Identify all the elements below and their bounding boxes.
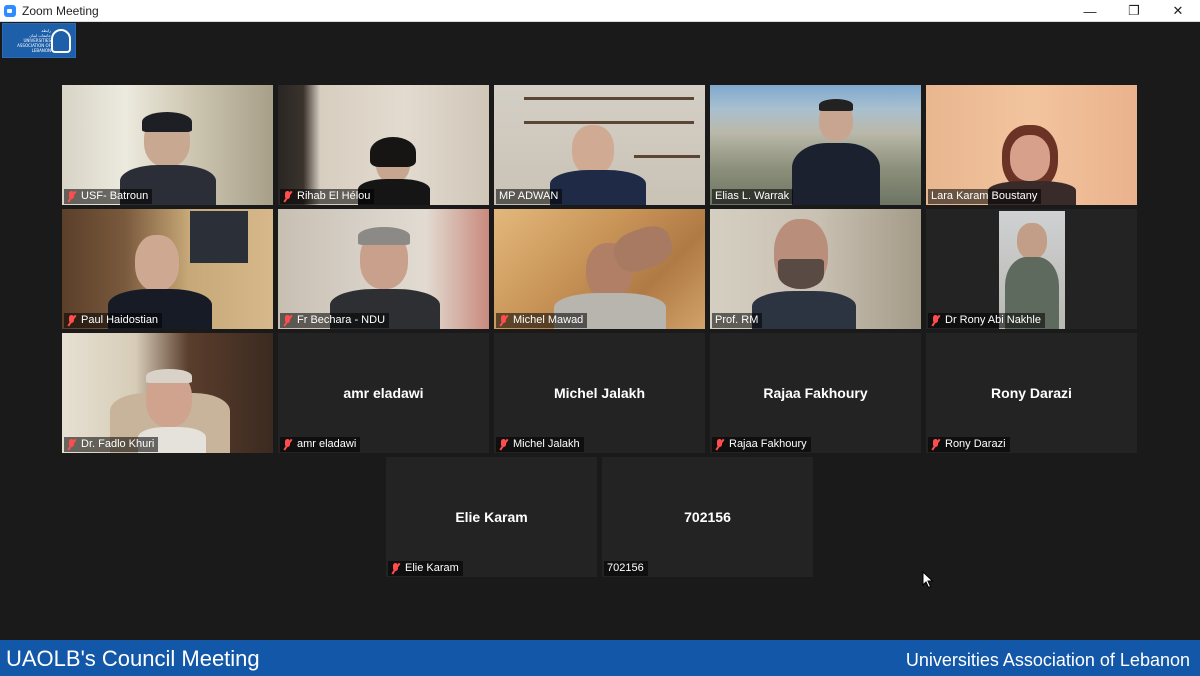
muted-mic-icon [67, 191, 76, 202]
muted-mic-icon [499, 315, 508, 326]
participant-name: 702156 [684, 509, 731, 525]
participant-name: Rajaa Fakhoury [763, 385, 868, 401]
participant-video [62, 333, 273, 453]
muted-mic-icon [931, 315, 940, 326]
participant-tile[interactable]: Elias L. Warrak [710, 85, 921, 205]
participant-tile[interactable]: Dr. Fadlo Khuri [62, 333, 273, 453]
participant-tile-active-speaker[interactable]: MP ADWAN [494, 85, 705, 205]
participant-tile[interactable]: Lara Karam Boustany [926, 85, 1137, 205]
meeting-stage: رابطة جامعات لبنان UNIVERSITIES ASSOCIAT… [0, 22, 1200, 640]
participant-tile[interactable]: Elie Karam Elie Karam [386, 457, 597, 577]
participant-tile[interactable]: USF- Batroun [62, 85, 273, 205]
participant-video [710, 85, 921, 205]
participant-name: Rony Darazi [991, 385, 1072, 401]
muted-mic-icon [391, 563, 400, 574]
restore-button[interactable]: ❐ [1112, 0, 1156, 22]
participant-video [926, 85, 1137, 205]
participant-video [494, 209, 705, 329]
meeting-title: UAOLB's Council Meeting [6, 646, 260, 671]
participant-name: Michel Jalakh [553, 385, 646, 401]
mouse-cursor-icon [922, 571, 934, 589]
participant-tile[interactable]: Paul Haidostian [62, 209, 273, 329]
muted-mic-icon [283, 439, 292, 450]
participant-video [62, 209, 273, 329]
participant-tile[interactable]: Dr Rony Abi Nakhle [926, 209, 1137, 329]
participant-video [62, 85, 273, 205]
muted-mic-icon [283, 315, 292, 326]
zoom-app-icon [4, 4, 16, 17]
minimize-button[interactable]: — [1068, 0, 1112, 22]
participant-tile[interactable]: Prof. RM [710, 209, 921, 329]
participant-video [278, 209, 489, 329]
muted-mic-icon [67, 439, 76, 450]
participant-tile[interactable]: Fr Bechara - NDU [278, 209, 489, 329]
logo-emblem-icon [51, 28, 71, 53]
participant-tile[interactable]: Michel Mawad [494, 209, 705, 329]
window-title: Zoom Meeting [22, 3, 99, 18]
participant-name: amr eladawi [343, 385, 424, 401]
participant-video [494, 85, 705, 205]
participant-name: Elie Karam [455, 509, 528, 525]
muted-mic-icon [499, 439, 508, 450]
participant-tile[interactable]: Rony Darazi Rony Darazi [926, 333, 1137, 453]
organization-name: Universities Association of Lebanon [905, 650, 1190, 670]
participant-tile[interactable]: Rajaa Fakhoury Rajaa Fakhoury [710, 333, 921, 453]
muted-mic-icon [931, 439, 940, 450]
muted-mic-icon [283, 191, 292, 202]
participant-video [710, 209, 921, 329]
window-titlebar: Zoom Meeting — ❐ ✕ [0, 0, 1200, 22]
muted-mic-icon [715, 439, 724, 450]
organization-logo: رابطة جامعات لبنان UNIVERSITIES ASSOCIAT… [2, 23, 76, 58]
participant-tile[interactable]: amr eladawi amr eladawi [278, 333, 489, 453]
close-button[interactable]: ✕ [1156, 0, 1200, 22]
event-banner: UAOLB's Council Meeting Universities Ass… [0, 640, 1200, 676]
participant-tile[interactable]: Michel Jalakh Michel Jalakh [494, 333, 705, 453]
participant-video [278, 85, 489, 205]
window-controls: — ❐ ✕ [1068, 0, 1200, 22]
muted-mic-icon [67, 315, 76, 326]
participant-tile[interactable]: 702156 702156 [602, 457, 813, 577]
participant-tile[interactable]: Rihab El Hélou [278, 85, 489, 205]
participant-video [926, 209, 1137, 329]
